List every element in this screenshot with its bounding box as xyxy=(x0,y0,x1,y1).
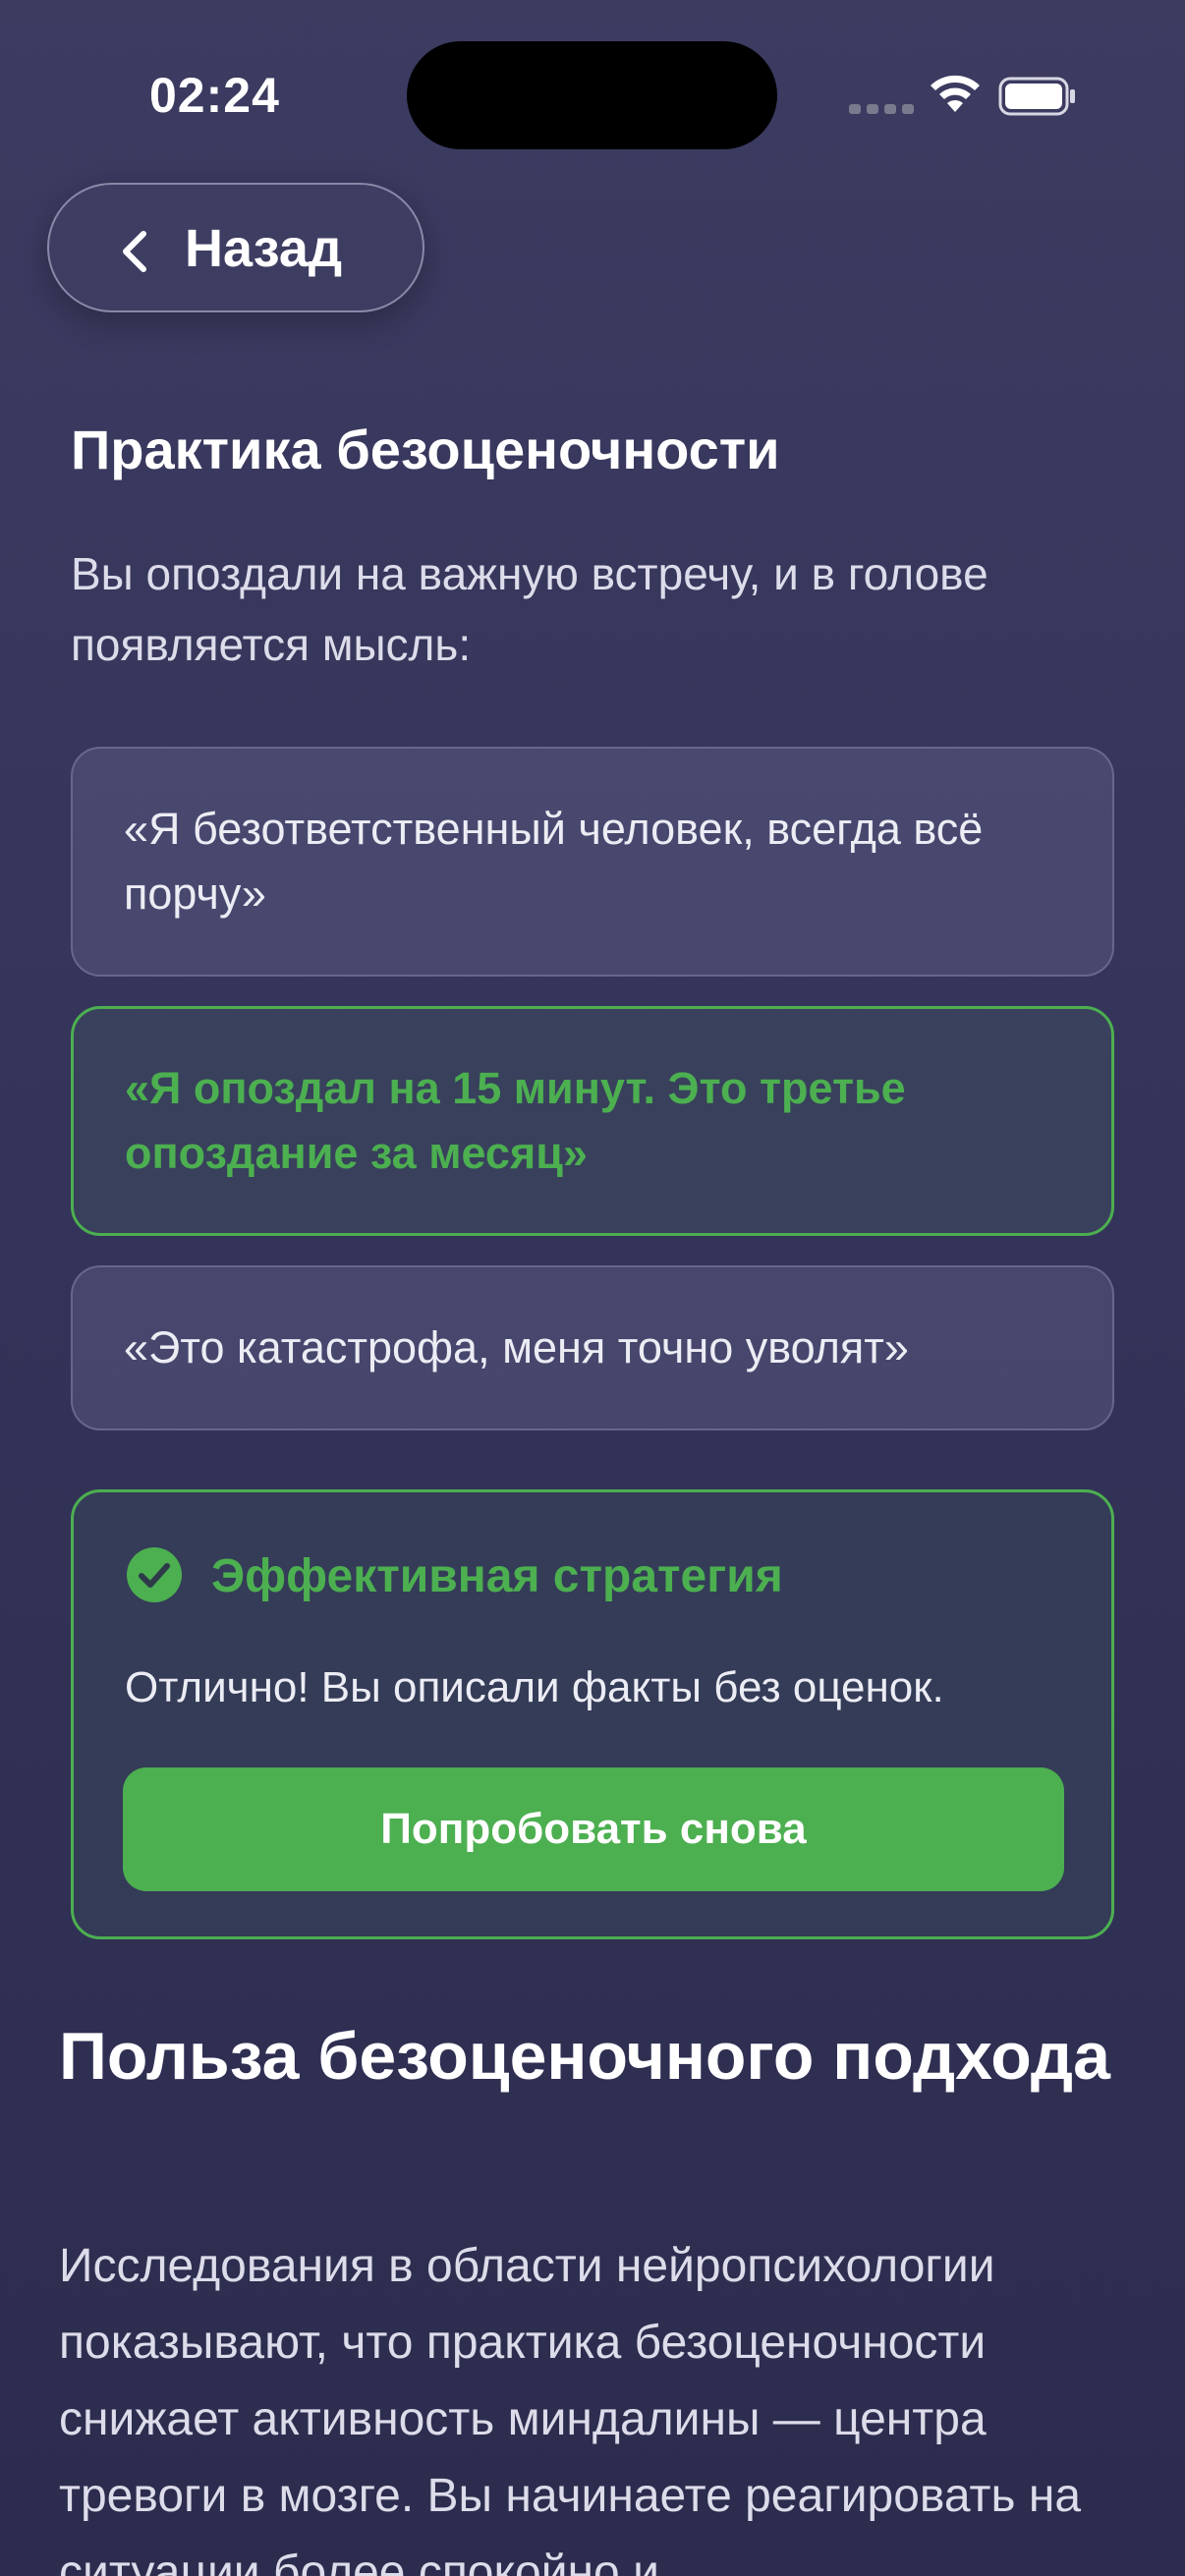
back-button-label: Назад xyxy=(185,219,343,278)
exercise-prompt: Вы опоздали на важную встречу, и в голов… xyxy=(71,548,988,670)
back-button[interactable]: Назад xyxy=(47,183,424,312)
check-circle-icon xyxy=(127,1547,182,1602)
answer-option-1[interactable]: «Я безответственный человек, всегда всё … xyxy=(71,747,1114,977)
feedback-title: Эффективная стратегия xyxy=(211,1550,783,1602)
answer-option-text: «Я опоздал на 15 минут. Это третье опозд… xyxy=(125,1063,906,1178)
feedback-card: Эффективная стратегия Отлично! Вы описал… xyxy=(71,1489,1114,1939)
answer-option-3[interactable]: «Это катастрофа, меня точно уволят» xyxy=(71,1265,1114,1430)
exercise-title: Практика безоценочности xyxy=(71,419,780,480)
section-body: Исследования в области нейропсихологии п… xyxy=(59,2240,1082,2576)
battery-icon xyxy=(998,77,1075,116)
answer-option-2-selected-correct[interactable]: «Я опоздал на 15 минут. Это третье опозд… xyxy=(71,1006,1114,1236)
wifi-icon xyxy=(931,75,980,112)
answer-option-text: «Я безответственный человек, всегда всё … xyxy=(124,804,984,919)
retry-button[interactable]: Попробовать снова xyxy=(123,1767,1064,1891)
cellular-signal-icon xyxy=(849,104,914,114)
answer-option-text: «Это катастрофа, меня точно уволят» xyxy=(124,1322,909,1372)
feedback-message: Отлично! Вы описали факты без оценок. xyxy=(125,1663,944,1711)
dynamic-island xyxy=(407,41,777,149)
chevron-left-icon xyxy=(123,231,146,272)
section-title: Польза безоценочного подхода xyxy=(59,2019,1110,2094)
status-time: 02:24 xyxy=(149,68,280,123)
